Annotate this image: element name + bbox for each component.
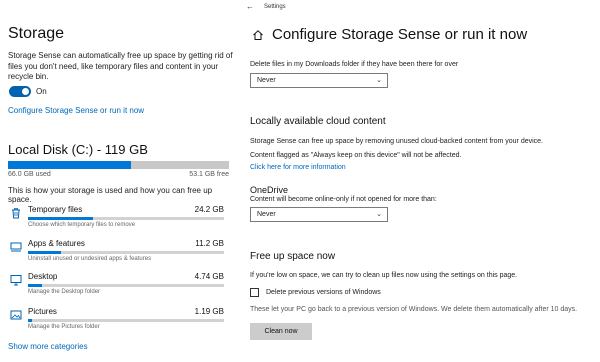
trash-icon [12,208,20,219]
category-bar-fill [28,217,93,220]
category-size: 24.2 GB [194,205,224,214]
onedrive-dropdown-value: Never [257,211,276,218]
downloads-dropdown[interactable]: Never ⌄ [250,73,388,88]
category-size: 4.74 GB [194,272,224,281]
category-bar-fill [28,319,32,322]
more-information-link[interactable]: Click here for more information [250,164,346,171]
category-pictures[interactable]: Pictures 1.19 GB Manage the Pictures fol… [0,307,236,343]
apps-icon [10,242,22,252]
toggle-knob [22,88,29,95]
category-apps-features[interactable]: Apps & features 11.2 GB Uninstall unused… [0,239,236,275]
storage-pane: Storage Storage Sense can automatically … [0,0,236,362]
category-bar-fill [28,251,62,254]
category-subtext: Choose which temporary files to remove [28,222,136,228]
free-up-space-text: If you're low on space, we can try to cl… [250,272,518,279]
category-bar [28,319,224,322]
category-desktop[interactable]: Desktop 4.74 GB Manage the Desktop folde… [0,272,236,308]
disk-title: Local Disk (C:) - 119 GB [8,142,148,157]
downloads-dropdown-value: Never [257,77,276,84]
category-subtext: Uninstall unused or undesired apps & fea… [28,256,152,262]
checkbox-label: Delete previous versions of Windows [266,289,381,296]
back-arrow-icon[interactable]: ← [246,2,254,11]
disk-usage-fill [8,161,131,169]
category-name: Desktop [28,272,58,281]
storage-heading: Storage [8,25,65,42]
chevron-down-icon: ⌄ [376,211,382,218]
category-temporary-files[interactable]: Temporary files 24.2 GB Choose which tem… [0,205,236,241]
checkbox-help-text: These let your PC go back to a previous … [250,306,578,313]
onedrive-dropdown[interactable]: Never ⌄ [250,207,388,222]
disk-usage-bar [8,161,229,169]
storage-sense-toggle[interactable] [9,86,31,97]
desktop-icon [10,275,22,286]
category-bar [28,284,224,287]
downloads-label: Delete files in my Downloads folder if t… [250,61,459,68]
category-bar-fill [28,284,42,287]
disk-free: 53.1 GB free [189,171,229,178]
app-title: Settings [264,4,286,10]
cloud-content-heading: Locally available cloud content [250,116,386,127]
free-up-space-heading: Free up space now [250,251,336,262]
onedrive-label: Content will become online-only if not o… [250,196,437,203]
category-name: Temporary files [28,205,83,214]
category-name: Pictures [28,307,57,316]
category-bar [28,251,224,254]
title-bar: ← Settings [236,0,600,14]
disk-used: 66.0 GB used [8,171,51,178]
category-bar [28,217,224,220]
configure-pane: ← Settings Configure Storage Sense or ru… [236,0,600,362]
category-subtext: Manage the Pictures folder [28,324,100,330]
category-size: 1.19 GB [194,307,224,316]
toggle-label: On [36,87,47,96]
storage-sense-description: Storage Sense can automatically free up … [8,51,233,81]
page-title: Configure Storage Sense or run it now [272,26,528,43]
cloud-content-text: Storage Sense can free up space by remov… [250,138,544,145]
home-icon [253,30,263,40]
pictures-icon [10,310,22,320]
cloud-content-note: Content flagged as "Always keep on this … [250,152,462,159]
disk-help-text: This is how your storage is used and how… [8,186,213,204]
delete-previous-versions-checkbox[interactable] [250,288,259,297]
onedrive-heading: OneDrive [250,185,289,195]
category-size: 11.2 GB [195,239,224,248]
clean-now-button[interactable]: Clean now [250,323,312,340]
chevron-down-icon: ⌄ [376,77,382,84]
category-name: Apps & features [28,239,85,248]
configure-storage-sense-link[interactable]: Configure Storage Sense or run it now [8,106,144,115]
show-more-categories-link[interactable]: Show more categories [8,342,88,351]
category-subtext: Manage the Desktop folder [28,289,101,295]
